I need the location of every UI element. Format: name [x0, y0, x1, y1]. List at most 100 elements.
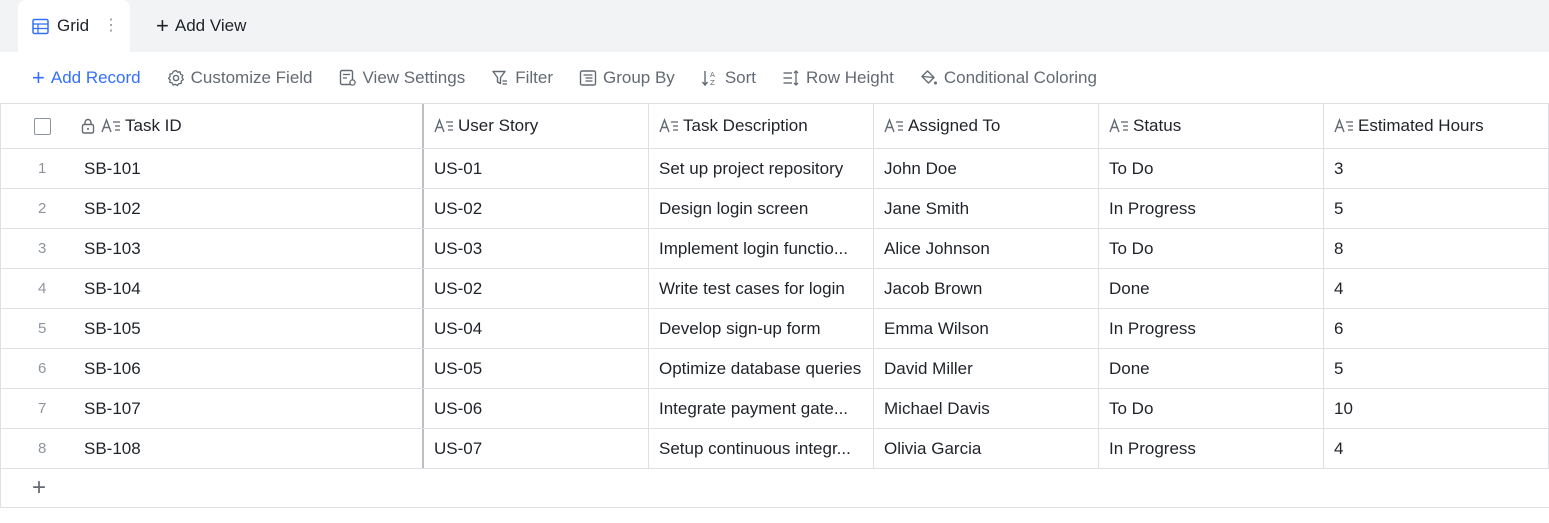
task-description-value: Design login screen: [659, 198, 809, 218]
cell-status[interactable]: In Progress: [1099, 189, 1324, 228]
cell-estimated-hours[interactable]: 4: [1324, 269, 1549, 308]
cell-task-id[interactable]: 4 SB-104: [0, 269, 424, 308]
cell-assigned-to[interactable]: Jacob Brown: [874, 269, 1099, 308]
cell-user-story[interactable]: US-02: [424, 269, 649, 308]
cell-estimated-hours[interactable]: 3: [1324, 149, 1549, 188]
tab-grid[interactable]: Grid ⋮: [18, 0, 130, 52]
cell-user-story[interactable]: US-01: [424, 149, 649, 188]
header-label: Estimated Hours: [1358, 116, 1484, 135]
row-number: 5: [38, 320, 47, 337]
cell-status[interactable]: To Do: [1099, 389, 1324, 428]
cell-estimated-hours[interactable]: 5: [1324, 349, 1549, 388]
header-label: Status: [1133, 116, 1182, 135]
cell-task-description[interactable]: Set up project repository: [649, 149, 874, 188]
cell-task-description[interactable]: Develop sign-up form: [649, 309, 874, 348]
cell-task-description[interactable]: Integrate payment gate...: [649, 389, 874, 428]
row-number: 4: [38, 280, 47, 297]
table-row[interactable]: 2 SB-102 US-02 Design login screen Jane …: [0, 189, 1549, 229]
paint-bucket-icon: [921, 69, 937, 84]
cell-assigned-to[interactable]: Emma Wilson: [874, 309, 1099, 348]
header-cell-estimated-hours[interactable]: Estimated Hours: [1324, 104, 1549, 148]
sort-icon: AZ: [701, 70, 715, 87]
cell-status[interactable]: To Do: [1099, 229, 1324, 268]
add-row-bar: +: [0, 468, 1549, 508]
cell-estimated-hours[interactable]: 8: [1324, 229, 1549, 268]
task-id-value: SB-103: [84, 238, 141, 258]
row-height-button[interactable]: Row Height: [782, 68, 894, 88]
cell-user-story[interactable]: US-02: [424, 189, 649, 228]
filter-button[interactable]: Filter: [491, 68, 553, 88]
select-all-checkbox[interactable]: [34, 117, 51, 135]
status-value: Done: [1109, 358, 1150, 378]
task-id-value: SB-101: [84, 158, 141, 178]
add-row-button[interactable]: +: [32, 474, 46, 502]
cell-estimated-hours[interactable]: 6: [1324, 309, 1549, 348]
cell-task-description[interactable]: Implement login functio...: [649, 229, 874, 268]
sort-button[interactable]: AZ Sort: [701, 68, 756, 88]
group-by-label: Group By: [603, 67, 675, 87]
status-value: In Progress: [1109, 198, 1196, 218]
table-row[interactable]: 7 SB-107 US-06 Integrate payment gate...…: [0, 389, 1549, 429]
lock-icon: [81, 118, 95, 134]
table-body: 1 SB-101 US-01 Set up project repository…: [0, 149, 1549, 469]
assigned-to-value: David Miller: [884, 358, 973, 378]
cell-task-id[interactable]: 8 SB-108: [0, 429, 424, 468]
cell-task-id[interactable]: 7 SB-107: [0, 389, 424, 428]
cell-estimated-hours[interactable]: 4: [1324, 429, 1549, 468]
data-grid: Task ID User Story Task Description Assi…: [0, 103, 1549, 469]
cell-user-story[interactable]: US-04: [424, 309, 649, 348]
cell-assigned-to[interactable]: Olivia Garcia: [874, 429, 1099, 468]
cell-assigned-to[interactable]: Jane Smith: [874, 189, 1099, 228]
cell-assigned-to[interactable]: David Miller: [874, 349, 1099, 388]
cell-user-story[interactable]: US-07: [424, 429, 649, 468]
sort-label: Sort: [724, 67, 756, 87]
estimated-hours-value: 4: [1334, 438, 1344, 458]
cell-task-description[interactable]: Optimize database queries: [649, 349, 874, 388]
add-view-button[interactable]: + Add View: [156, 0, 246, 52]
status-value: In Progress: [1109, 318, 1196, 338]
cell-task-id[interactable]: 1 SB-101: [0, 149, 424, 188]
cell-assigned-to[interactable]: Alice Johnson: [874, 229, 1099, 268]
table-row[interactable]: 3 SB-103 US-03 Implement login functio..…: [0, 229, 1549, 269]
cell-status[interactable]: To Do: [1099, 149, 1324, 188]
table-row[interactable]: 6 SB-106 US-05 Optimize database queries…: [0, 349, 1549, 389]
add-record-button[interactable]: + Add Record: [32, 65, 141, 91]
cell-task-id[interactable]: 3 SB-103: [0, 229, 424, 268]
cell-estimated-hours[interactable]: 5: [1324, 189, 1549, 228]
view-settings-button[interactable]: View Settings: [339, 68, 465, 88]
cell-task-description[interactable]: Write test cases for login: [649, 269, 874, 308]
table-row[interactable]: 4 SB-104 US-02 Write test cases for logi…: [0, 269, 1549, 309]
table-row[interactable]: 1 SB-101 US-01 Set up project repository…: [0, 149, 1549, 189]
row-number: 8: [38, 440, 47, 457]
cell-task-id[interactable]: 6 SB-106: [0, 349, 424, 388]
cell-task-id[interactable]: 5 SB-105: [0, 309, 424, 348]
cell-user-story[interactable]: US-05: [424, 349, 649, 388]
cell-status[interactable]: Done: [1099, 349, 1324, 388]
cell-assigned-to[interactable]: John Doe: [874, 149, 1099, 188]
table-row[interactable]: 8 SB-108 US-07 Setup continuous integr..…: [0, 429, 1549, 469]
header-cell-user-story[interactable]: User Story: [424, 104, 649, 148]
cell-task-id[interactable]: 2 SB-102: [0, 189, 424, 228]
table-row[interactable]: 5 SB-105 US-04 Develop sign-up form Emma…: [0, 309, 1549, 349]
header-cell-status[interactable]: Status: [1099, 104, 1324, 148]
cell-task-description[interactable]: Setup continuous integr...: [649, 429, 874, 468]
cell-estimated-hours[interactable]: 10: [1324, 389, 1549, 428]
estimated-hours-value: 8: [1334, 238, 1344, 258]
cell-user-story[interactable]: US-03: [424, 229, 649, 268]
task-id-value: SB-107: [84, 398, 141, 418]
cell-task-description[interactable]: Design login screen: [649, 189, 874, 228]
header-cell-task-description[interactable]: Task Description: [649, 104, 874, 148]
cell-user-story[interactable]: US-06: [424, 389, 649, 428]
customize-field-button[interactable]: Customize Field: [167, 68, 313, 88]
cell-status[interactable]: In Progress: [1099, 309, 1324, 348]
header-cell-task-id[interactable]: Task ID: [0, 104, 424, 148]
status-value: In Progress: [1109, 438, 1196, 458]
more-vertical-icon[interactable]: ⋮: [103, 18, 119, 34]
cell-status[interactable]: Done: [1099, 269, 1324, 308]
header-cell-assigned-to[interactable]: Assigned To: [874, 104, 1099, 148]
cell-status[interactable]: In Progress: [1099, 429, 1324, 468]
cell-assigned-to[interactable]: Michael Davis: [874, 389, 1099, 428]
conditional-coloring-button[interactable]: Conditional Coloring: [920, 68, 1097, 88]
group-by-button[interactable]: Group By: [579, 68, 675, 88]
header-label: User Story: [458, 116, 539, 135]
